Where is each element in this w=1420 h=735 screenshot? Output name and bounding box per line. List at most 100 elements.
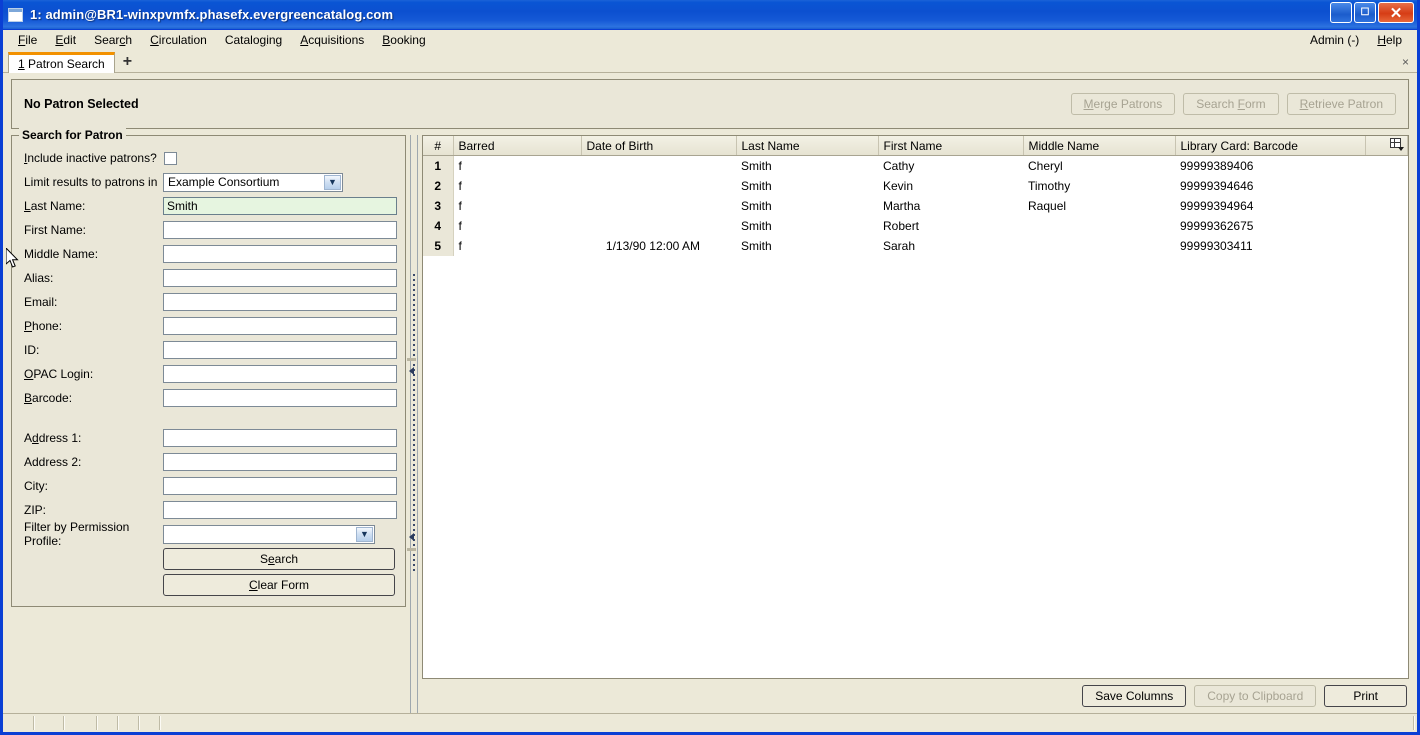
save-columns-button[interactable]: Save Columns: [1082, 685, 1187, 707]
include-inactive-checkbox[interactable]: [164, 151, 177, 165]
opac-login-input[interactable]: [163, 365, 397, 383]
zip-input[interactable]: [163, 501, 397, 519]
column-header-middle-name[interactable]: Middle Name: [1023, 136, 1176, 156]
status-cell: [65, 716, 98, 730]
new-tab-button[interactable]: +: [123, 54, 132, 72]
status-cell: [119, 716, 140, 730]
table-row[interactable]: 2 f Smith Kevin Timothy 99999394646: [423, 176, 1408, 196]
permission-profile-select[interactable]: ▼: [163, 524, 375, 544]
phone-input[interactable]: [163, 317, 397, 335]
first-name-input[interactable]: [163, 221, 397, 239]
tab-patron-search[interactable]: 1 Patron Search: [8, 52, 115, 73]
status-cell: [161, 716, 1415, 730]
city-input[interactable]: [163, 477, 397, 495]
column-picker-icon[interactable]: [1390, 138, 1404, 151]
cell-pad: [1365, 176, 1408, 196]
opac-login-label: OPAC Login:: [24, 367, 94, 381]
include-inactive-label: Include inactive patrons?: [24, 151, 157, 165]
barcode-input[interactable]: [163, 389, 397, 407]
column-header-library-card[interactable]: Library Card: Barcode: [1175, 136, 1366, 156]
menu-booking[interactable]: Booking: [373, 32, 434, 48]
row-first-name: First Name:: [20, 218, 397, 242]
address2-input[interactable]: [163, 453, 397, 471]
menu-help[interactable]: Help: [1368, 32, 1411, 48]
cell-middle-name: [1023, 236, 1175, 256]
email-input[interactable]: [163, 293, 397, 311]
close-tab-icon[interactable]: ×: [1402, 55, 1409, 69]
maximize-icon: ☐: [1360, 7, 1370, 18]
tab-strip: 1 Patron Search + ×: [3, 50, 1417, 73]
menu-file[interactable]: File: [9, 32, 46, 48]
cell-first-name: Kevin: [883, 179, 914, 193]
last-name-label: Last Name:: [24, 199, 86, 213]
middle-name-input[interactable]: [163, 245, 397, 263]
cell-last-name: Smith: [741, 179, 772, 193]
table-row[interactable]: 3 f Smith Martha Raquel 99999394964: [423, 196, 1408, 216]
table-row[interactable]: 5 f 1/13/90 12:00 AM Smith Sarah 9999930…: [423, 236, 1408, 256]
maximize-button[interactable]: ☐: [1354, 2, 1376, 23]
panel-splitter[interactable]: [406, 135, 422, 713]
retrieve-patron-button[interactable]: Retrieve Patron: [1286, 93, 1396, 115]
limit-results-select[interactable]: Example Consortium ▼: [163, 172, 343, 192]
alias-input[interactable]: [163, 269, 397, 287]
row-email: Email:: [20, 290, 397, 314]
cell-middle-name: [1023, 216, 1175, 236]
menu-acquisitions[interactable]: Acquisitions: [291, 32, 373, 48]
cell-barred: f: [458, 199, 462, 213]
column-header-number[interactable]: #: [423, 136, 454, 156]
splitter-collapse-up-icon[interactable]: [409, 367, 414, 375]
table-row[interactable]: 1 f Smith Cathy Cheryl 99999389406: [423, 155, 1408, 177]
splitter-collapse-down-icon[interactable]: [409, 533, 414, 541]
cell-barcode: 99999389406: [1180, 159, 1254, 173]
splitter-grip[interactable]: [413, 274, 415, 574]
menu-edit[interactable]: Edit: [46, 32, 85, 48]
row-alias: Alias:: [20, 266, 397, 290]
zip-label: ZIP:: [24, 503, 47, 517]
cell-number: 4: [423, 216, 454, 236]
last-name-input[interactable]: [163, 197, 397, 215]
column-header-last-name[interactable]: Last Name: [736, 136, 879, 156]
search-form-button[interactable]: Search Form: [1183, 93, 1279, 115]
form-spacer: [20, 410, 397, 426]
row-address2: Address 2:: [20, 450, 397, 474]
minimize-button[interactable]: _: [1330, 2, 1352, 23]
cell-barred: f: [458, 159, 462, 173]
cell-pad: [1365, 156, 1408, 177]
row-zip: ZIP:: [20, 498, 397, 522]
results-grid-container: # Barred Date of Birth Last Name First N…: [422, 135, 1409, 679]
search-button[interactable]: Search: [163, 548, 395, 570]
status-cell: [98, 716, 119, 730]
clear-form-button[interactable]: Clear Form: [163, 574, 395, 596]
id-input[interactable]: [163, 341, 397, 359]
menu-admin[interactable]: Admin (-): [1301, 32, 1368, 48]
menu-circulation[interactable]: Circulation: [141, 32, 216, 48]
column-picker-arrow: [1398, 147, 1404, 151]
column-header-first-name[interactable]: First Name: [878, 136, 1024, 156]
column-header-barred[interactable]: Barred: [453, 136, 582, 156]
menu-search[interactable]: Search: [85, 32, 141, 48]
cell-last-name: Smith: [741, 219, 772, 233]
cell-last-name: Smith: [741, 159, 772, 173]
cell-dob: 1/13/90 12:00 AM: [605, 239, 700, 253]
row-phone: Phone:: [20, 314, 397, 338]
address1-label: Address 1:: [24, 431, 82, 445]
application-window: 1: admin@BR1-winxpvmfx.phasefx.evergreen…: [0, 0, 1420, 735]
column-picker-cell[interactable]: [1365, 136, 1408, 156]
cell-number: 5: [423, 236, 454, 256]
cell-first-name: Robert: [883, 219, 920, 233]
limit-results-value: Example Consortium: [168, 175, 280, 189]
copy-to-clipboard-button[interactable]: Copy to Clipboard: [1194, 685, 1317, 707]
address1-input[interactable]: [163, 429, 397, 447]
cell-number: 1: [423, 155, 454, 176]
row-include-inactive: Include inactive patrons?: [20, 146, 397, 170]
menu-bar: File Edit Search Circulation Cataloging …: [3, 30, 1417, 50]
menu-right-group: Admin (-) Help: [1301, 32, 1411, 48]
splitter-line-left: [410, 135, 411, 713]
print-button[interactable]: Print: [1324, 685, 1407, 707]
table-row[interactable]: 4 f Smith Robert 99999362675: [423, 216, 1408, 236]
row-last-name: Last Name:: [20, 194, 397, 218]
column-header-dob[interactable]: Date of Birth: [581, 136, 737, 156]
menu-cataloging[interactable]: Cataloging: [216, 32, 291, 48]
merge-patrons-button[interactable]: Merge Patrons: [1070, 93, 1176, 115]
close-button[interactable]: ✕: [1378, 2, 1414, 23]
